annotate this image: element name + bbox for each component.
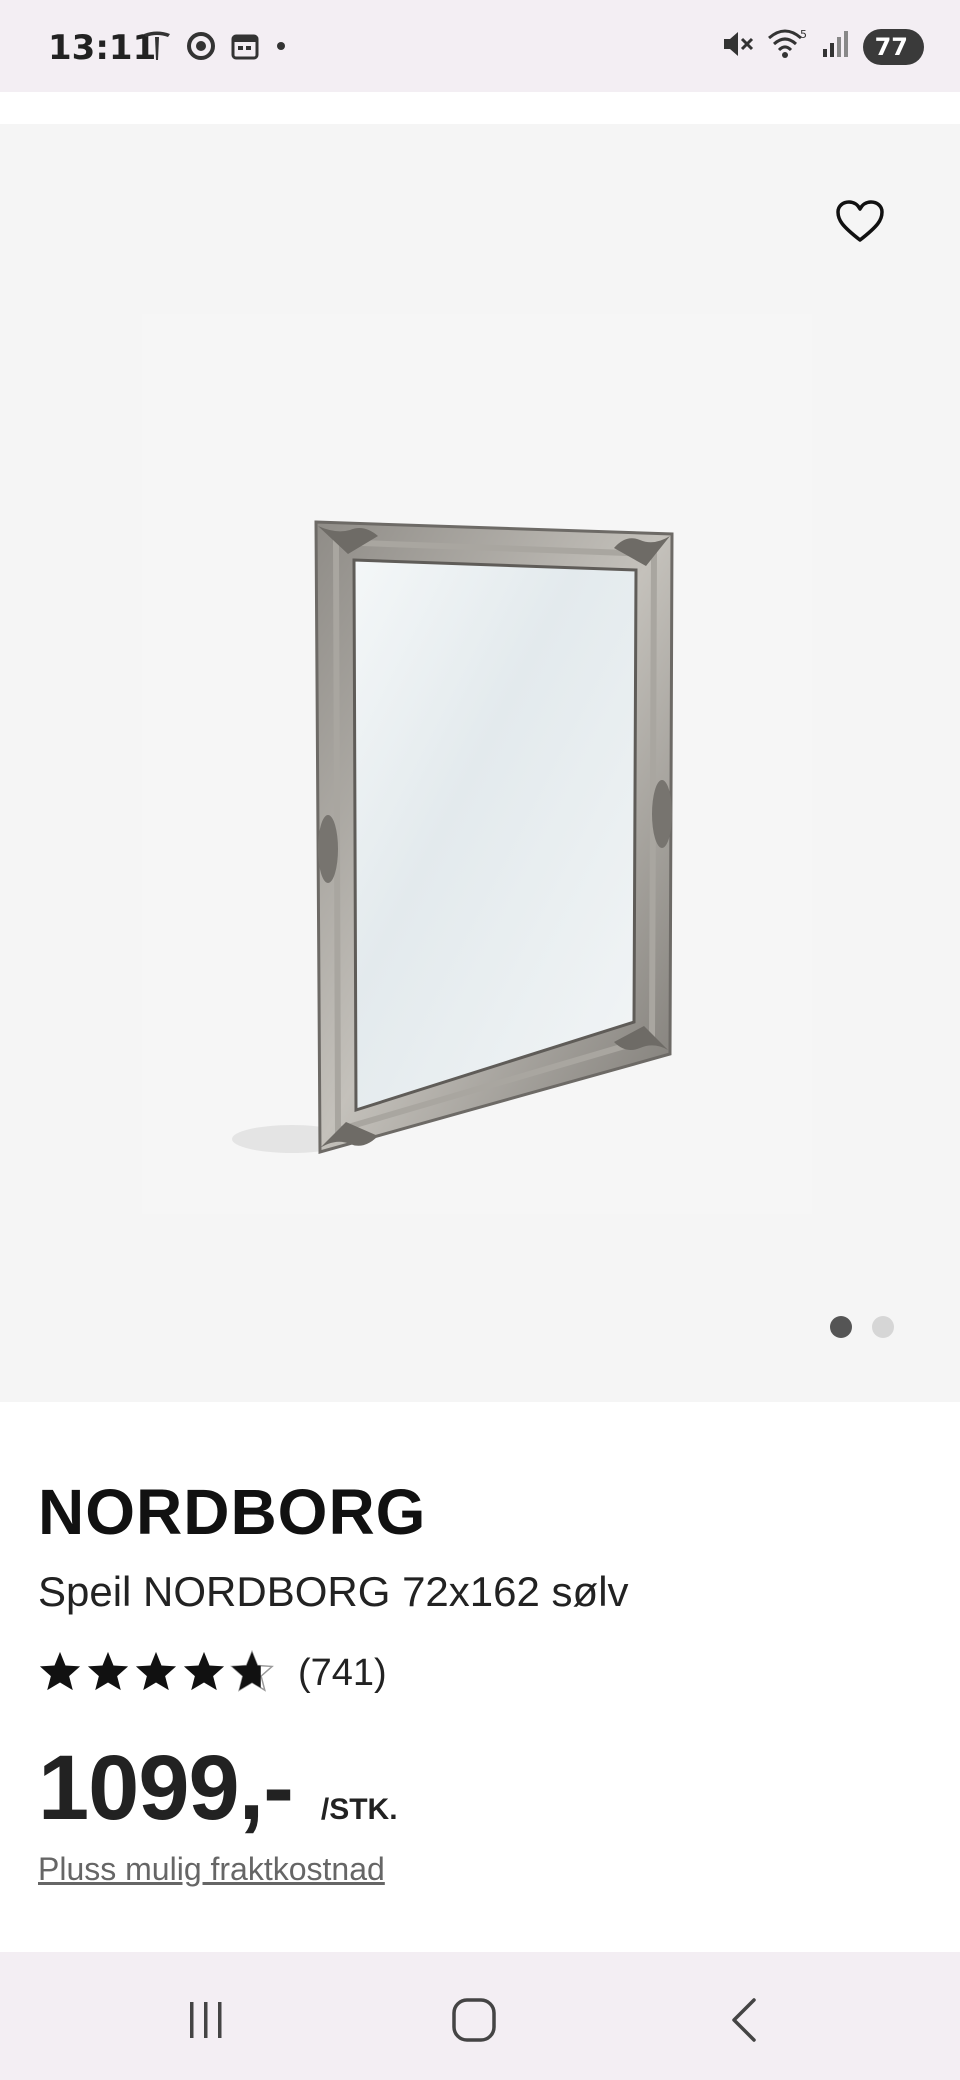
product-brand: NORDBORG (38, 1476, 427, 1548)
dot-icon (274, 39, 288, 58)
home-button[interactable] (444, 1992, 504, 2052)
wifi-icon: 5 (767, 28, 809, 65)
review-count[interactable]: (741) (298, 1652, 387, 1695)
shipping-cost-link[interactable]: Pluss mulig fraktkostnad (38, 1851, 385, 1888)
calendar-icon (230, 31, 260, 66)
price-row: 1099,- /STK. (38, 1736, 928, 1841)
product-name: Speil NORDBORG 72x162 sølv (38, 1568, 629, 1615)
star-partial-icon (230, 1649, 274, 1697)
status-left-icons (142, 30, 288, 67)
product-price: 1099,- (38, 1737, 294, 1839)
back-icon (722, 1996, 766, 2049)
svg-text:5: 5 (800, 28, 807, 41)
product-gallery[interactable] (0, 124, 960, 1402)
recent-apps-button[interactable] (176, 1992, 236, 2052)
system-nav-bar (0, 1952, 960, 2080)
status-bar: 13:11 5 77 (0, 0, 960, 92)
heart-icon (836, 199, 884, 249)
chrome-icon (186, 31, 216, 66)
star-icon (38, 1650, 82, 1697)
rating-row[interactable]: (741) (38, 1648, 928, 1698)
star-icon (86, 1650, 130, 1697)
price-unit: /STK. (320, 1793, 398, 1826)
product-info: NORDBORG Speil NORDBORG 72x162 sølv (741… (38, 1472, 928, 1888)
gallery-pagination (830, 1316, 894, 1338)
product-image[interactable] (142, 314, 812, 1214)
favorite-button[interactable] (830, 194, 890, 254)
pagination-dot[interactable] (872, 1316, 894, 1338)
signal-icon (821, 29, 851, 64)
star-icon (134, 1650, 178, 1697)
tesla-icon (142, 30, 172, 67)
pagination-dot-active[interactable] (830, 1316, 852, 1338)
back-button[interactable] (714, 1992, 774, 2052)
battery-indicator: 77 (862, 28, 924, 65)
star-rating (38, 1649, 274, 1697)
status-time: 13:11 (48, 28, 157, 68)
home-icon (450, 1996, 498, 2049)
status-right-icons: 5 77 (721, 28, 924, 65)
star-icon (182, 1650, 226, 1697)
recent-apps-icon (184, 1998, 228, 2047)
header-spacer (0, 92, 960, 124)
mute-icon (721, 29, 755, 64)
